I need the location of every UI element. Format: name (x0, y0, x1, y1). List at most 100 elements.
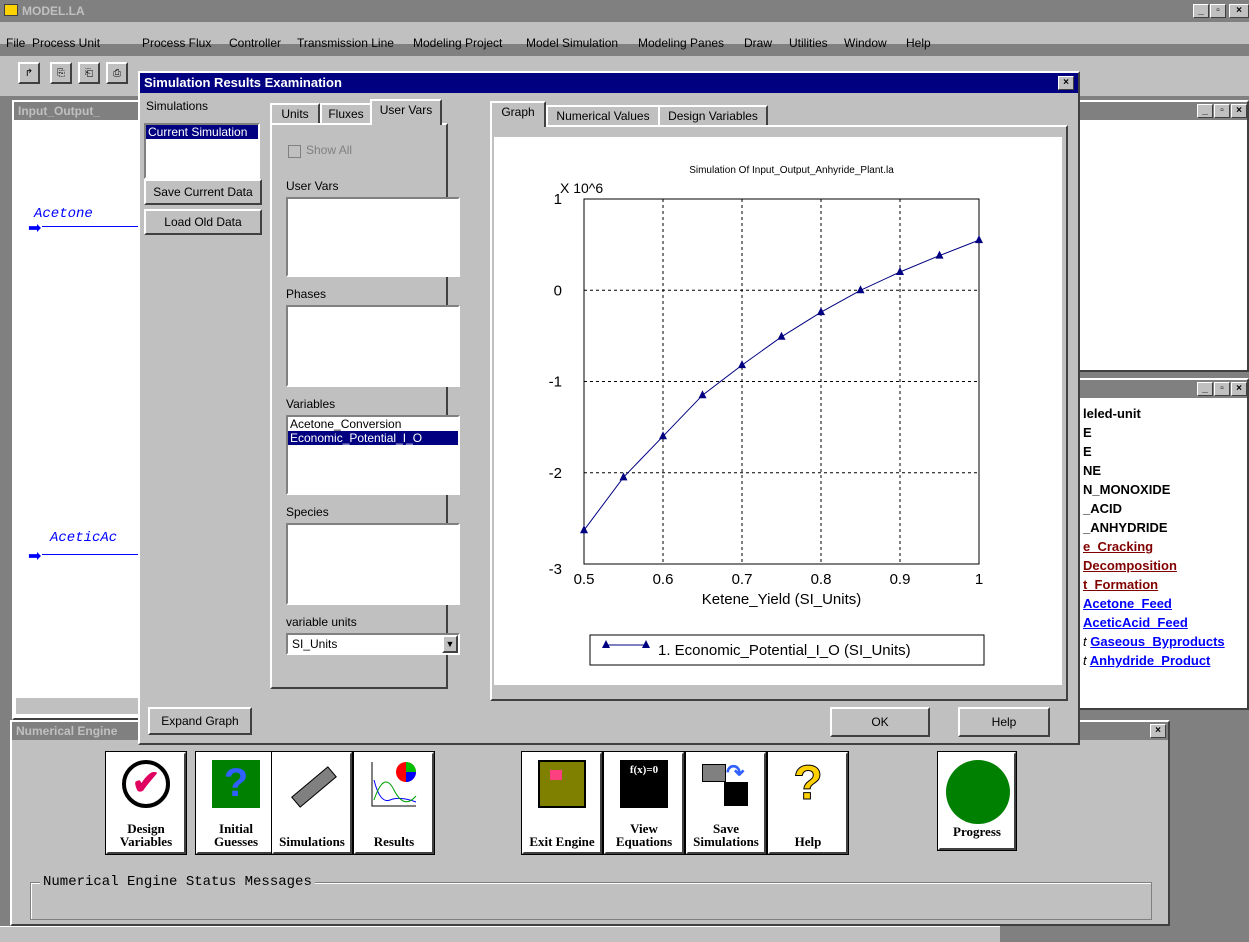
variables-label: Variables (286, 397, 336, 411)
tool-label: Design Variables (119, 821, 173, 849)
tab-design-variables[interactable]: Design Variables (658, 105, 768, 127)
menu-item[interactable]: Transmission Line (297, 36, 394, 50)
tree-item[interactable]: E (1083, 444, 1249, 463)
variables-list[interactable]: Acetone_Conversion Economic_Potential_I_… (286, 415, 460, 495)
menu-item[interactable]: Modeling Panes (638, 36, 724, 50)
load-old-data-button[interactable]: Load Old Data (144, 209, 262, 235)
tree-item-label: Gaseous_Byproducts (1090, 634, 1225, 649)
species-list[interactable] (286, 523, 460, 605)
tool-button[interactable]: f(x)=0 View Equations (603, 751, 685, 855)
tab-units[interactable]: Units (270, 103, 320, 125)
phases-label: Phases (286, 287, 327, 301)
tree-item[interactable]: AceticAcid_Feed (1083, 615, 1249, 634)
tab-user-vars[interactable]: User Vars (370, 99, 442, 125)
results-dialog: Simulation Results Examination × Simulat… (138, 71, 1080, 745)
menu-item[interactable]: Process Unit (32, 36, 100, 50)
stream-label-aceticacid[interactable]: AceticAc (50, 530, 117, 546)
save-current-data-button[interactable]: Save Current Data (144, 179, 262, 205)
tree-item-label: _ANHYDRIDE (1083, 520, 1168, 535)
help-button[interactable]: Help (958, 707, 1050, 737)
minimize-button[interactable]: _ (1197, 104, 1213, 118)
menu-item[interactable]: Draw (744, 36, 772, 50)
tree-item[interactable]: Acetone_Feed (1083, 596, 1249, 615)
toolbar-button-1[interactable]: ↱ (18, 62, 40, 84)
tree-item[interactable]: _ACID (1083, 501, 1249, 520)
phases-list[interactable] (286, 305, 460, 387)
tool-button[interactable]: Results (353, 751, 435, 855)
menu-item[interactable]: Modeling Project (413, 36, 502, 50)
tree-item-prefix: t (1083, 634, 1087, 649)
variable-item[interactable]: Acetone_Conversion (288, 417, 458, 431)
chevron-down-icon[interactable]: ▼ (442, 635, 458, 653)
menu-item[interactable]: Help (906, 36, 931, 50)
tree-item[interactable]: Decomposition (1083, 558, 1249, 577)
model-tree: leled-unit E E NE N_MONOXIDE _ACID _ANHYDRIDE e… (1083, 406, 1249, 672)
menu-item[interactable]: Controller (229, 36, 281, 50)
tool-button[interactable]: ↷ Save Simulations (685, 751, 767, 855)
progress-light-icon (946, 760, 1010, 824)
variable-item[interactable]: Economic_Potential_I_O (288, 431, 458, 445)
toolbar-button-4[interactable]: ⎙ (106, 62, 128, 84)
menu-item[interactable]: Window (844, 36, 887, 50)
maximize-button[interactable]: ▫ (1214, 382, 1230, 396)
tab-graph[interactable]: Graph (490, 101, 546, 127)
user-vars-panel: Show All User Vars Phases Variables Acet… (270, 123, 460, 689)
tree-item-label: N_MONOXIDE (1083, 482, 1171, 497)
close-button[interactable]: × (1231, 104, 1247, 118)
close-button[interactable]: × (1231, 382, 1247, 396)
dialog-close-button[interactable]: × (1058, 76, 1074, 90)
variable-units-label: variable units (286, 615, 357, 629)
simulations-list[interactable]: Current Simulation (144, 123, 260, 179)
tool-label: Exit Engine (529, 834, 595, 849)
tool-button[interactable]: Progress (937, 751, 1017, 851)
user-vars-list[interactable] (286, 197, 460, 277)
menu-item[interactable]: Model Simulation (526, 36, 618, 50)
tree-item[interactable]: N_MONOXIDE (1083, 482, 1249, 501)
menu-item[interactable]: Process Flux (142, 36, 211, 50)
equations-board-icon: f(x)=0 (620, 760, 668, 808)
tool-label: Progress (953, 824, 1001, 839)
tab-numerical-values[interactable]: Numerical Values (546, 105, 660, 127)
tree-item[interactable]: t_Formation (1083, 577, 1249, 596)
tool-button[interactable]: Exit Engine (521, 751, 603, 855)
bottom-scroll-area (0, 926, 1000, 942)
tool-button[interactable]: ✔ Design Variables (105, 751, 187, 855)
arrow-icon: ➡ (28, 220, 42, 237)
tool-button[interactable]: ? Help (767, 751, 849, 855)
menu-item[interactable]: File (6, 36, 25, 50)
checkmark-icon: ✔ (122, 760, 170, 808)
stream-label-acetone[interactable]: Acetone (34, 206, 93, 222)
menu-item[interactable]: Utilities (789, 36, 828, 50)
maximize-button[interactable]: ▫ (1214, 104, 1230, 118)
expand-graph-button[interactable]: Expand Graph (148, 707, 252, 735)
horizontal-scrollbar[interactable] (16, 698, 146, 714)
tree-item[interactable]: e_Cracking (1083, 539, 1249, 558)
tree-item[interactable]: _ANHYDRIDE (1083, 520, 1249, 539)
tab-fluxes[interactable]: Fluxes (320, 103, 372, 125)
tool-button[interactable]: Simulations (271, 751, 353, 855)
tree-item-label: E (1083, 444, 1092, 459)
toolbar-button-3[interactable]: ⎗ (78, 62, 100, 84)
y-tick-label: -1 (549, 374, 562, 391)
x-tick-label: 0.7 (732, 571, 753, 588)
tree-item[interactable]: leled-unit (1083, 406, 1249, 425)
x-tick-label: 0.8 (811, 571, 832, 588)
tree-item[interactable]: t Anhydride_Product (1083, 653, 1249, 672)
tree-item[interactable]: NE (1083, 463, 1249, 482)
variable-units-select[interactable]: SI_Units ▼ (286, 633, 460, 655)
toolbar-button-2[interactable]: ⎘ (50, 62, 72, 84)
y-tick-label: -3 (549, 561, 562, 578)
tree-item-prefix: t (1083, 653, 1087, 668)
arrow-icon: ➡ (28, 548, 42, 565)
tree-item[interactable]: t Gaseous_Byproducts (1083, 634, 1249, 653)
minimize-button[interactable]: _ (1197, 382, 1213, 396)
tree-item-label: E (1083, 425, 1092, 440)
tool-button[interactable]: ? Initial Guesses (195, 751, 277, 855)
tree-item-label: Decomposition (1083, 558, 1177, 573)
simulation-item[interactable]: Current Simulation (146, 125, 258, 139)
right-window-bottom: _ ▫ × leled-unit E E NE N_MONOXIDE _ACID _ANHY… (1075, 378, 1249, 710)
ok-button[interactable]: OK (830, 707, 930, 737)
tree-item[interactable]: E (1083, 425, 1249, 444)
show-all-checkbox[interactable] (288, 145, 301, 158)
menu-items: File Process Unit Process Flux Controller Tr… (0, 0, 1249, 60)
